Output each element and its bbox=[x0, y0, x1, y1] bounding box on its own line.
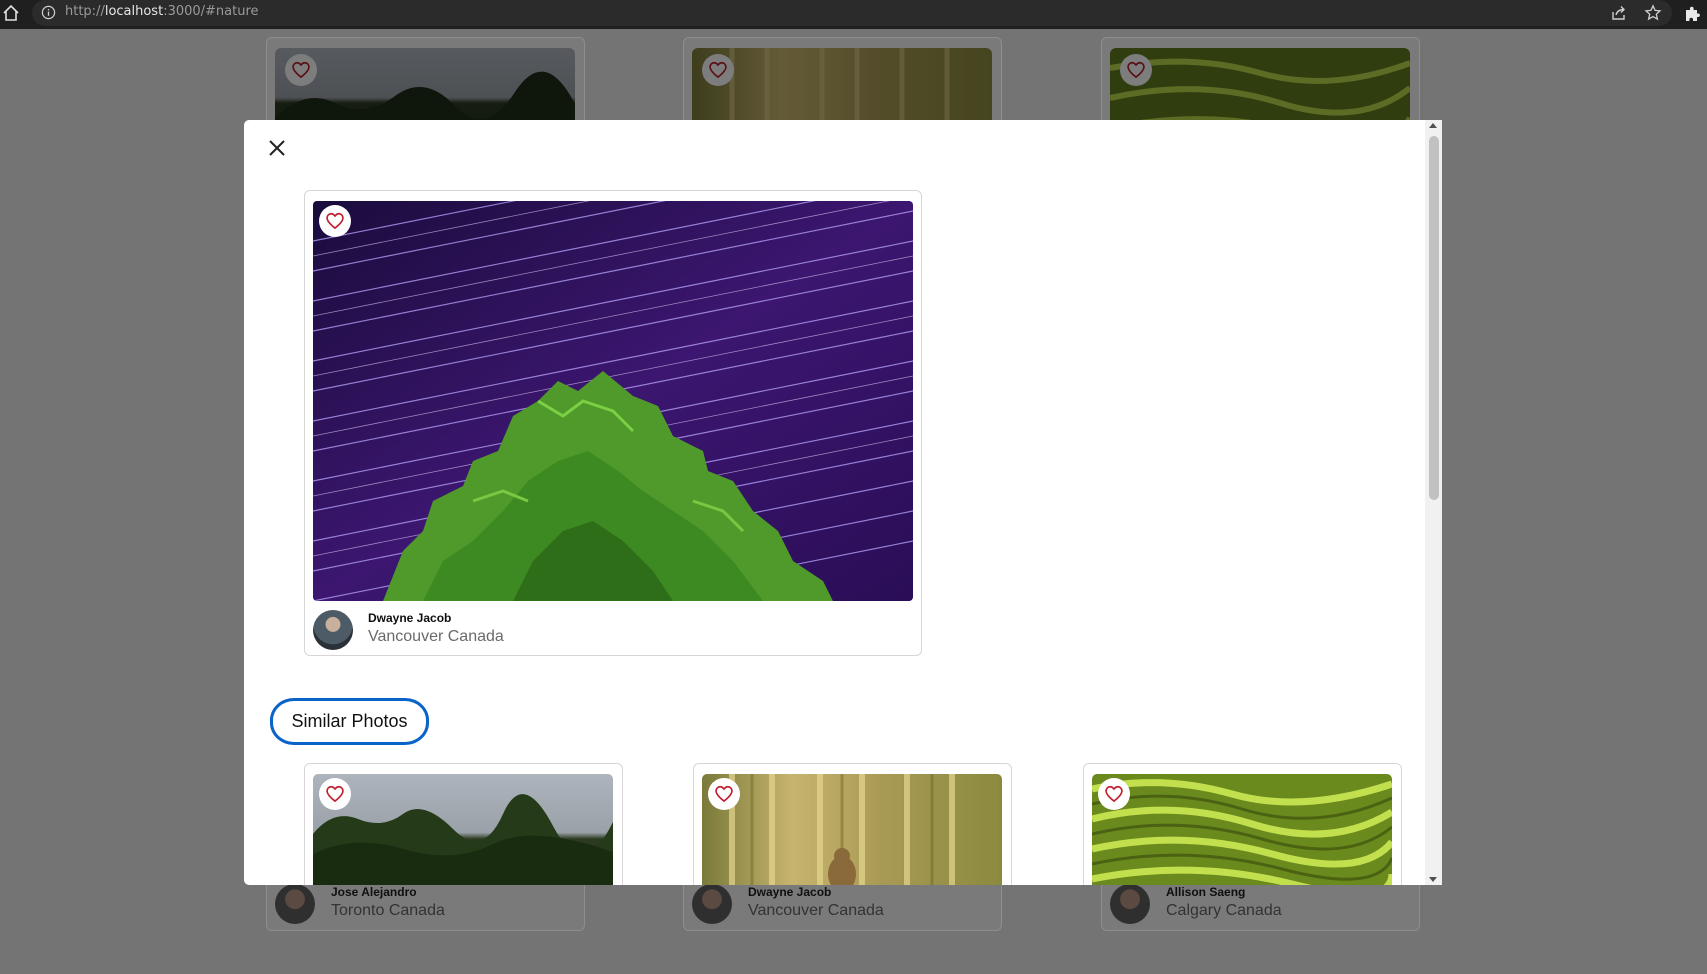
extensions-icon[interactable] bbox=[1682, 4, 1702, 24]
gallery-card bbox=[266, 37, 585, 130]
close-icon[interactable] bbox=[266, 137, 288, 159]
author-location: Vancouver Canada bbox=[368, 628, 504, 645]
photo-modal: Dwayne Jacob Vancouver Canada Similar Ph… bbox=[244, 120, 1442, 885]
heart-icon bbox=[714, 784, 734, 804]
gallery-card-footer: Allison Saeng Calgary Canada bbox=[1101, 883, 1420, 931]
browser-toolbar: http://localhost:3000/#nature bbox=[0, 0, 1707, 29]
heart-icon bbox=[1104, 784, 1124, 804]
avatar bbox=[1110, 884, 1150, 924]
favorite-button[interactable] bbox=[1098, 778, 1130, 810]
scroll-down-icon[interactable] bbox=[1429, 877, 1437, 882]
author-name[interactable]: Dwayne Jacob bbox=[368, 611, 451, 625]
scroll-thumb[interactable] bbox=[1429, 136, 1439, 500]
favorite-button[interactable] bbox=[1120, 54, 1152, 86]
similar-photos-label: Similar Photos bbox=[291, 711, 408, 731]
main-photo-card: Dwayne Jacob Vancouver Canada bbox=[304, 190, 922, 656]
info-icon[interactable] bbox=[41, 5, 56, 20]
avatar bbox=[692, 884, 732, 924]
gallery-card-footer: Dwayne Jacob Vancouver Canada bbox=[683, 883, 1002, 931]
author-location: Calgary Canada bbox=[1166, 902, 1282, 919]
home-icon[interactable] bbox=[1, 3, 21, 23]
favorite-button[interactable] bbox=[319, 778, 351, 810]
similar-photo-card[interactable] bbox=[1083, 763, 1402, 885]
gallery-photo bbox=[275, 48, 575, 129]
author-name: Jose Alejandro bbox=[331, 885, 417, 899]
address-bar[interactable]: http://localhost:3000/#nature bbox=[32, 0, 1672, 26]
gallery-card bbox=[1101, 37, 1420, 130]
url-text: http://localhost:3000/#nature bbox=[65, 4, 259, 19]
share-icon[interactable] bbox=[1610, 4, 1628, 22]
heart-icon bbox=[325, 211, 345, 231]
similar-photos-heading: Similar Photos bbox=[270, 698, 429, 745]
author-name: Allison Saeng bbox=[1166, 885, 1246, 899]
gallery-card bbox=[683, 37, 1002, 130]
heart-icon bbox=[325, 784, 345, 804]
gallery-photo bbox=[1110, 48, 1410, 129]
avatar bbox=[275, 884, 315, 924]
favorite-button[interactable] bbox=[702, 54, 734, 86]
author-location: Vancouver Canada bbox=[748, 902, 884, 919]
author-name: Dwayne Jacob bbox=[748, 885, 832, 899]
main-photo[interactable] bbox=[313, 201, 913, 601]
similar-photo-card[interactable] bbox=[693, 763, 1012, 885]
similar-photo[interactable] bbox=[702, 774, 1002, 885]
favorite-button[interactable] bbox=[319, 205, 351, 237]
author-location: Toronto Canada bbox=[331, 902, 445, 919]
gallery-card-footer: Jose Alejandro Toronto Canada bbox=[266, 883, 585, 931]
scroll-up-icon[interactable] bbox=[1429, 123, 1437, 128]
modal-scrollbar[interactable] bbox=[1425, 120, 1442, 885]
similar-photo-card[interactable] bbox=[304, 763, 623, 885]
star-icon[interactable] bbox=[1644, 4, 1662, 22]
similar-photo[interactable] bbox=[1092, 774, 1392, 885]
author-avatar[interactable] bbox=[313, 610, 353, 650]
gallery-photo bbox=[692, 48, 992, 129]
favorite-button[interactable] bbox=[285, 54, 317, 86]
similar-photo[interactable] bbox=[313, 774, 613, 885]
favorite-button[interactable] bbox=[708, 778, 740, 810]
